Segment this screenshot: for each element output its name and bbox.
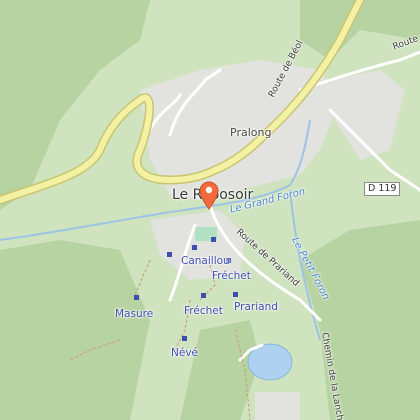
road-shield-d119: D 119 [364,182,401,197]
bus-stop-icon[interactable] [201,293,206,298]
bus-stop-icon[interactable] [134,295,139,300]
place-label-neve: Névé [171,347,198,359]
bus-stop-icon[interactable] [167,252,172,257]
map-canvas[interactable] [0,0,420,420]
place-label-frechet-upper: Fréchet [212,270,251,282]
place-label-frechet-lower: Fréchet [184,305,223,317]
place-label-pralong: Pralong [230,126,272,139]
bus-stop-icon[interactable] [233,292,238,297]
bus-stop-icon[interactable] [211,237,216,242]
hamlet-area [255,392,300,420]
place-label-prariand: Prariand [234,301,278,313]
bus-stop-icon[interactable] [182,336,187,341]
map-view[interactable]: Le Reposoir Pralong Canaillou Fréchet Fr… [0,0,420,420]
place-label-masure: Masure [115,308,154,320]
location-pin-icon[interactable] [198,180,220,210]
place-label-canaillou: Canaillou [181,255,230,267]
bus-stop-icon[interactable] [192,245,197,250]
